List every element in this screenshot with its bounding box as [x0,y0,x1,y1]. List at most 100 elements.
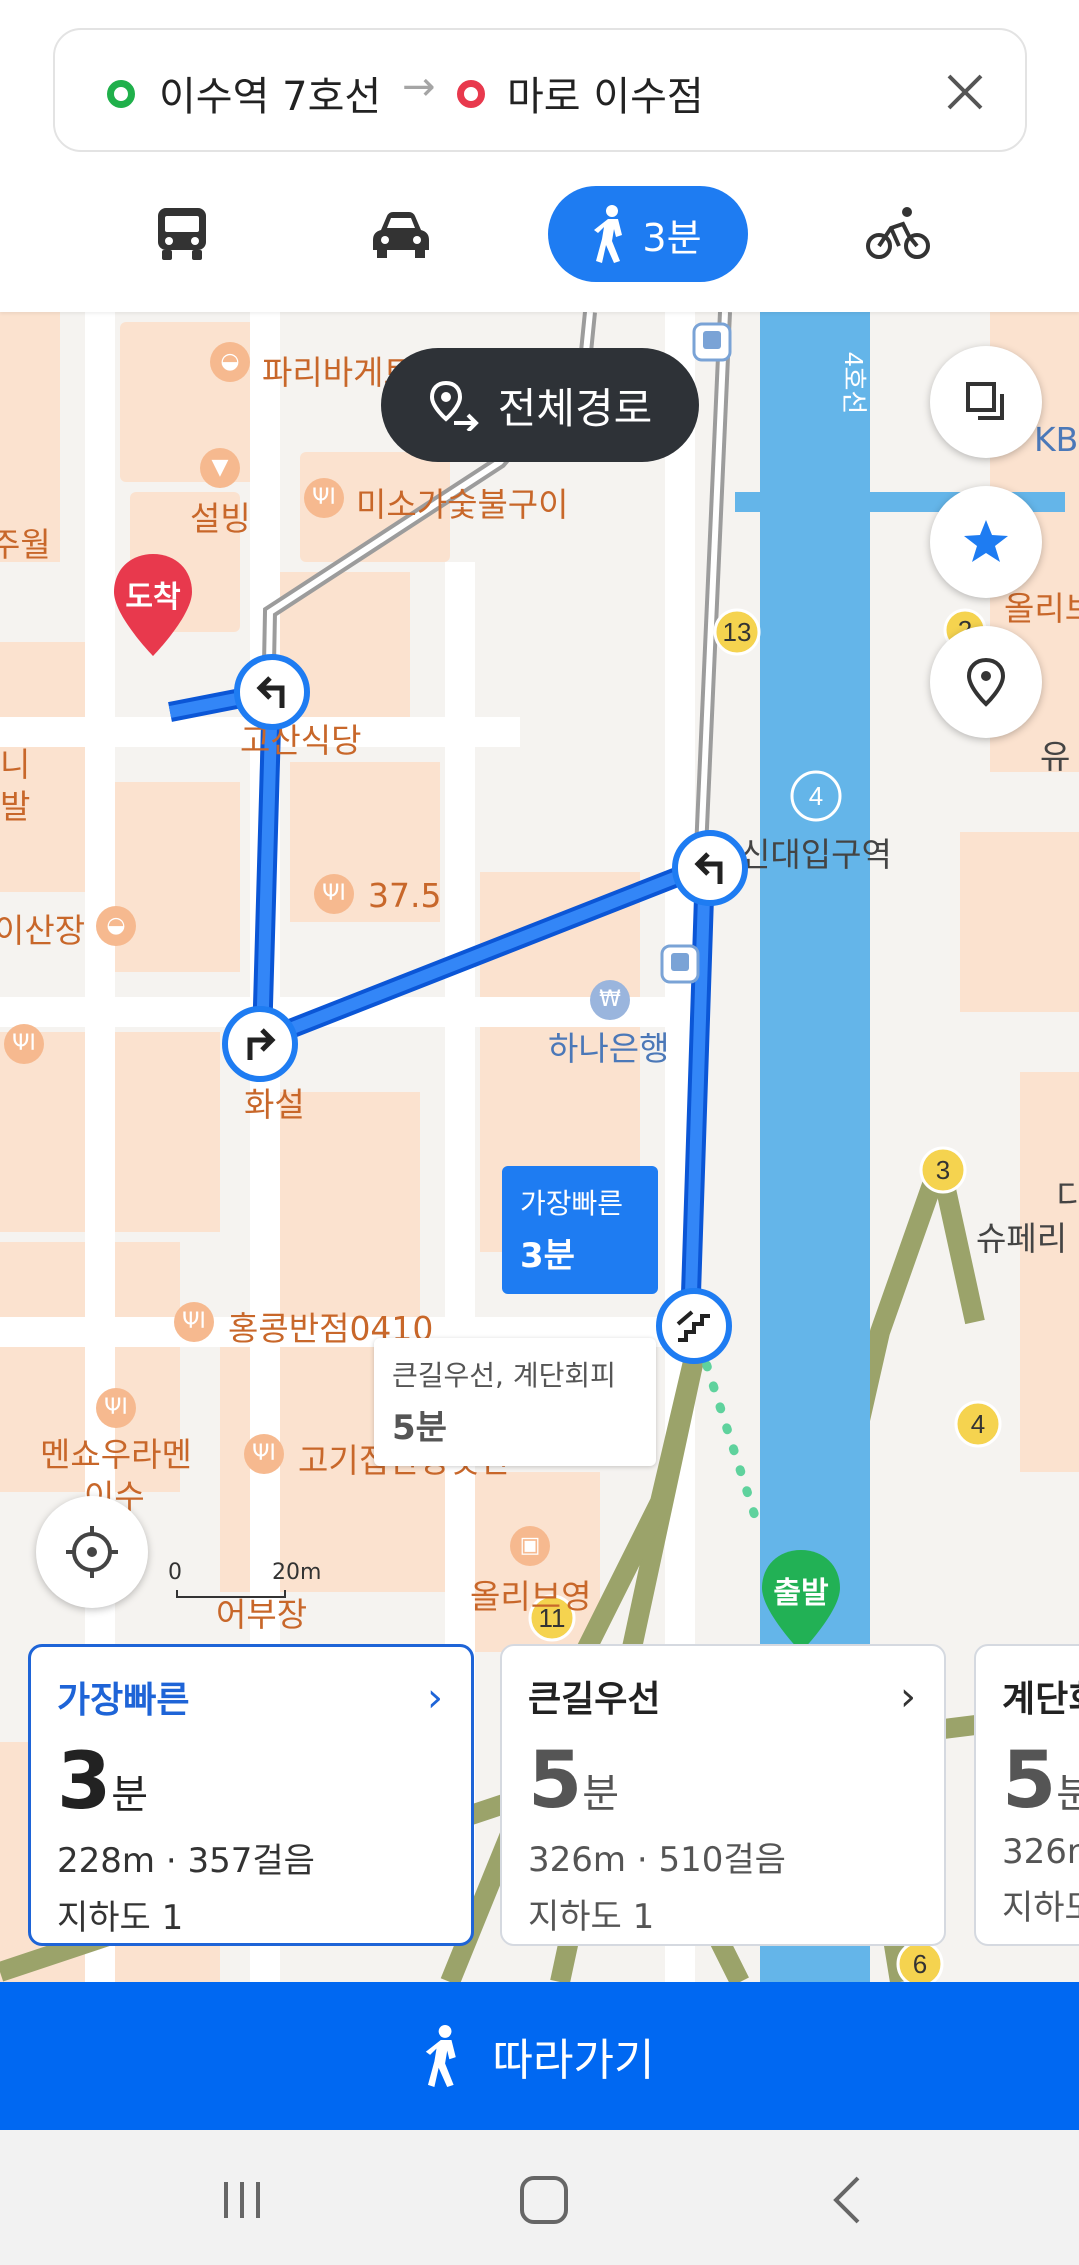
card-underpass: 지하도 1 [528,1897,655,1937]
layers-icon [966,382,1004,420]
poi-bal[interactable]: 발 [0,780,30,828]
turn-left-icon[interactable] [234,654,310,730]
card-distance-steps: 326m · 510걸음 [528,1840,786,1880]
poi-superi[interactable]: 슈페리 [976,1212,1067,1260]
card-duration-unit: 분 [1056,1771,1079,1817]
current-location-button[interactable] [36,1496,148,1608]
scale-distance: 20m [272,1560,322,1585]
svg-text:4호선: 4호선 [839,352,869,414]
shopping-icon: ▣ [510,1526,550,1566]
scale-bar [176,1590,286,1598]
destination-label[interactable]: 마로 이수점 [507,64,704,122]
tab-bus[interactable] [130,186,234,282]
poi-dio[interactable]: 디오 [1056,1170,1079,1218]
origin-dot-icon [107,80,135,108]
card-duration: 5 [528,1736,583,1826]
poi-mensho[interactable]: 멘쇼우라멘 [40,1428,192,1476]
route-summary-box[interactable]: 이수역 7호선 → 마로 이수점 [53,28,1027,152]
poi-375[interactable]: 37.5 [368,876,441,915]
bank-icon: ₩ [590,980,630,1020]
chevron-right-icon: › [427,1675,443,1721]
svg-text:4: 4 [971,1409,985,1439]
card-duration: 3 [57,1737,112,1827]
tab-bike[interactable] [860,186,936,282]
star-icon [964,520,1008,562]
layers-button[interactable] [930,346,1042,458]
crosshair-icon [66,1526,118,1578]
card-title: 큰길우선 [528,1679,661,1720]
poi-seolbing[interactable]: 설빙 [190,492,251,540]
turn-left-icon[interactable] [672,830,748,906]
tab-car[interactable] [346,186,456,282]
poi-sindaeip[interactable]: 신대입구역 [740,828,892,876]
card-duration: 5 [1002,1736,1057,1826]
location-pin-icon [966,657,1006,707]
home-icon[interactable] [514,2172,574,2228]
cafe-icon: ◒ [96,906,136,946]
card-title: 가장빠른 [57,1680,190,1721]
origin-label[interactable]: 이수역 7호선 [159,64,381,122]
svg-text:13: 13 [723,617,752,647]
scale-zero: 0 [168,1560,182,1585]
walk-icon [425,2025,456,2087]
stairs-icon[interactable] [656,1288,732,1364]
follow-button[interactable]: 따라가기 [0,1982,1079,2130]
turn-right-icon[interactable] [222,1006,298,1082]
fastest-route-tag[interactable]: 가장빠른 3분 [502,1166,658,1294]
restaurant-icon: ΨΙ [96,1388,136,1428]
card-duration-unit: 분 [111,1772,149,1818]
recent-apps-icon[interactable] [212,2172,272,2228]
fastest-tag-title: 가장빠른 [520,1187,624,1220]
route-card-fastest[interactable]: 가장빠른 › 3분 228m · 357걸음 지하도 1 [28,1644,474,1946]
follow-label: 따라가기 [492,2035,655,2086]
walk-time-label: 3분 [642,215,702,260]
car-icon [373,212,429,258]
arrow-right-icon: → [402,64,436,110]
favorite-button[interactable] [930,486,1042,598]
route-card-nostairs[interactable]: 계단회피 5분 326m 지하도 1 [974,1644,1079,1946]
poi-ni[interactable]: 니 [0,738,30,786]
route-header: 이수역 7호선 → 마로 이수점 3분 [0,0,1079,312]
alternative-route-tag[interactable]: 큰길우선, 계단회피 5분 [374,1338,656,1466]
poi-kb[interactable]: KB [1034,420,1078,459]
restaurant-icon: ΨΙ [314,874,354,914]
card-distance-steps: 228m · 357걸음 [57,1841,315,1881]
poi-hana[interactable]: 하나은행 [548,1022,669,1070]
poi-olive[interactable]: 올리브영 [470,1570,591,1618]
bus-stop-icon[interactable] [660,944,700,984]
alt-tag-title: 큰길우선, 계단회피 [392,1359,616,1392]
back-icon[interactable] [818,2172,878,2228]
bike-icon [866,207,930,259]
svg-text:3: 3 [936,1155,950,1185]
full-route-label: 전체경로 [497,383,653,433]
walk-icon [594,205,623,263]
dessert-icon: ▼ [200,448,240,488]
card-distance-steps: 326m [1002,1832,1079,1872]
card-underpass: 지하도 1 [57,1898,184,1938]
poi-isanjang[interactable]: 이산장 [0,904,85,952]
alt-tag-time: 5분 [392,1408,447,1448]
restaurant-icon: ΨΙ [174,1302,214,1342]
svg-text:4: 4 [809,781,823,811]
card-title: 계단회피 [1002,1679,1079,1720]
chevron-right-icon: › [900,1674,916,1720]
tab-walk[interactable]: 3분 [548,186,748,282]
restaurant-icon: ΨΙ [4,1024,44,1064]
system-nav-bar [0,2130,1079,2265]
poi-misogaok[interactable]: 미소가숯불구이 [356,478,569,526]
location-pin-button[interactable] [930,626,1042,738]
bus-stop-icon[interactable] [692,322,732,362]
poi-hwaseol[interactable]: 화설 [244,1078,305,1126]
destination-pin-label: 도착 [125,580,181,615]
route-card-mainroad[interactable]: 큰길우선 › 5분 326m · 510걸음 지하도 1 [500,1644,946,1946]
close-icon[interactable] [935,62,995,122]
svg-text:6: 6 [913,1949,927,1979]
restaurant-icon: ΨΙ [304,478,344,518]
route-pin-icon [429,380,479,431]
poi-yu[interactable]: 유 [1040,730,1070,778]
transport-mode-tabs: 3분 [0,186,1079,282]
destination-pin[interactable]: 도착 [110,552,196,683]
full-route-button[interactable]: 전체경로 [381,348,699,462]
card-duration-unit: 분 [582,1771,620,1817]
poi-wol[interactable]: 주월 [0,518,51,566]
